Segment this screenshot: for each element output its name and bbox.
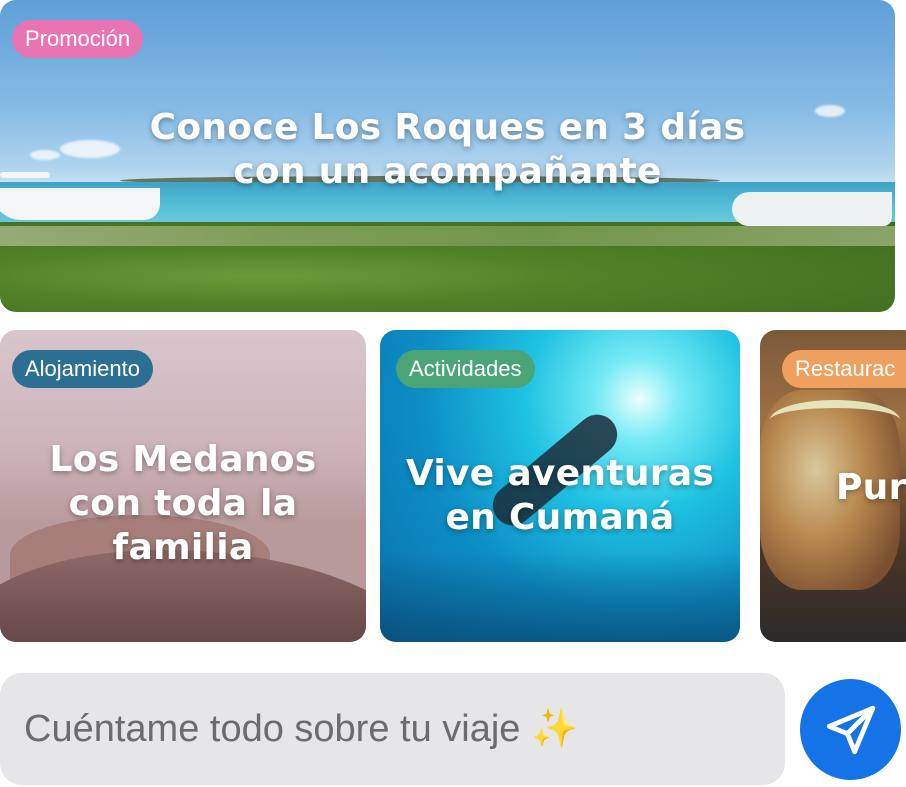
sauce-drizzle <box>770 400 900 440</box>
card-title-medanos: Los Medanos con toda la familia <box>0 438 366 570</box>
card-title-line2: en Cumaná <box>445 497 675 538</box>
actividades-badge: Actividades <box>396 350 535 388</box>
hero-title: Conoce Los Roques en 3 días con un acomp… <box>0 106 895 194</box>
restaurantes-badge: Restaurac <box>782 350 906 388</box>
alojamiento-badge: Alojamiento <box>12 350 153 388</box>
card-title-line2: con toda la <box>68 483 298 524</box>
promocion-badge: Promoción <box>12 20 144 58</box>
card-actividades[interactable]: Actividades Vive aventuras en Cumaná <box>380 330 740 642</box>
boat-right <box>732 192 892 226</box>
hero-title-line1: Conoce Los Roques en 3 días <box>149 107 746 148</box>
card-restaurantes[interactable]: Restaurac Pur <box>760 330 906 642</box>
promo-card-los-roques[interactable]: Promoción Conoce Los Roques en 3 días co… <box>0 0 895 312</box>
card-title-cumana: Vive aventuras en Cumaná <box>380 452 740 540</box>
card-title-line3: familia <box>112 527 254 568</box>
send-button[interactable] <box>800 679 901 780</box>
chat-input[interactable] <box>0 673 785 785</box>
card-title-line1: Los Medanos <box>49 439 317 480</box>
card-alojamiento[interactable]: Alojamiento Los Medanos con toda la fami… <box>0 330 366 642</box>
card-title-line1: Pur <box>836 467 906 508</box>
card-title-restaurantes: Pur <box>836 466 906 510</box>
sand-strip <box>0 226 895 246</box>
reef-shadow <box>380 552 740 642</box>
paper-plane-icon <box>826 705 875 754</box>
hero-title-line2: con un acompañante <box>233 151 662 192</box>
card-title-line1: Vive aventuras <box>405 453 715 494</box>
